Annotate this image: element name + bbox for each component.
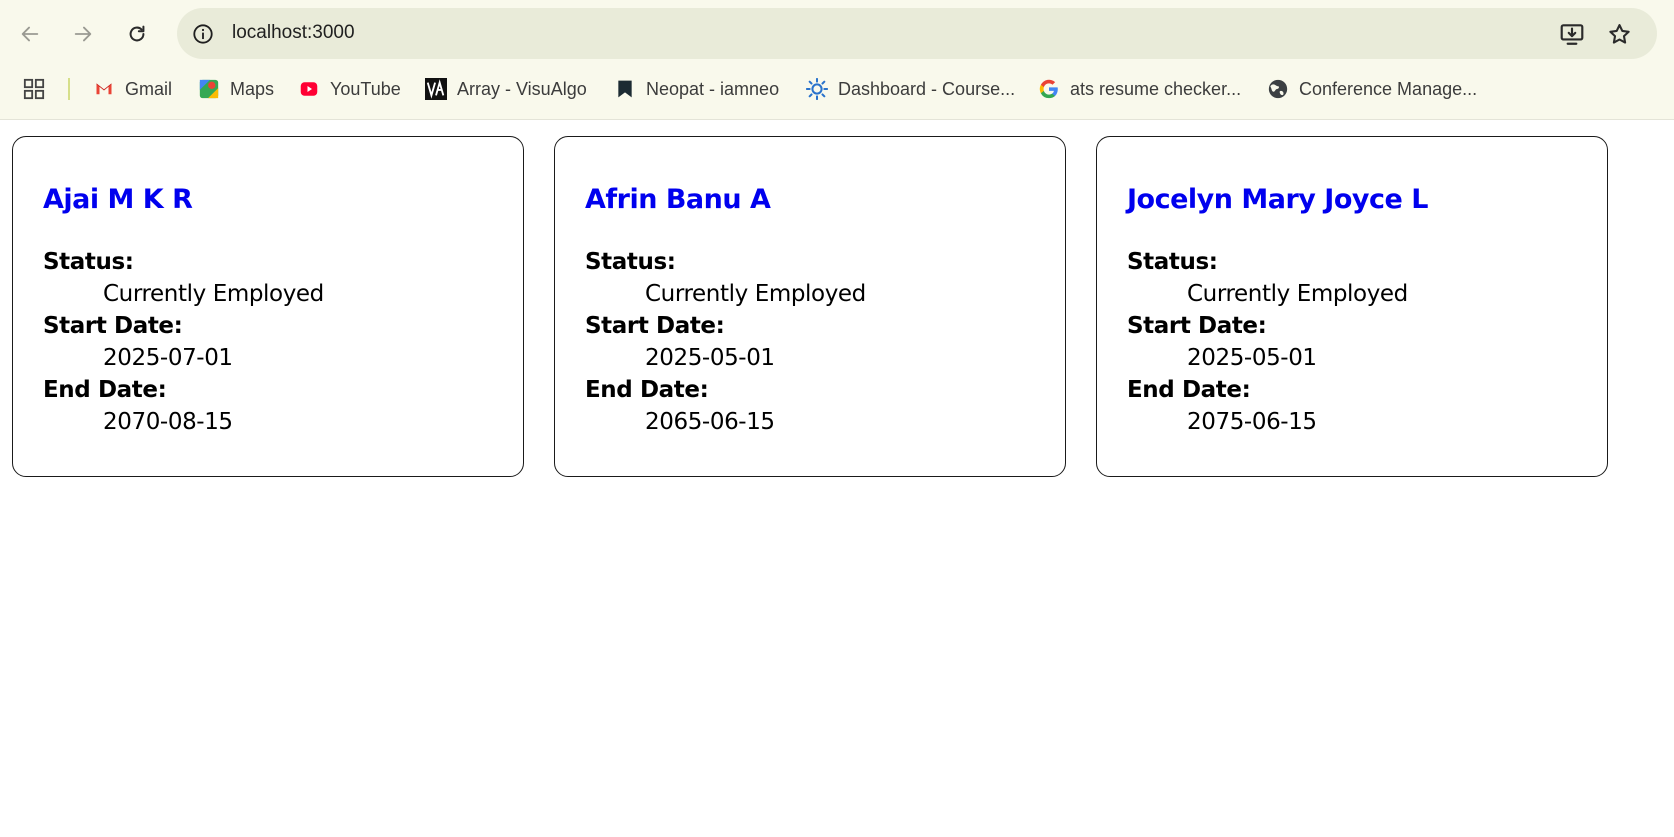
bookmark-youtube[interactable]: YouTube [298, 70, 401, 108]
status-label: Status: [1127, 249, 1218, 275]
status-label: Status: [43, 249, 134, 275]
employee-name: Jocelyn Mary Joyce L [1127, 184, 1428, 215]
start-date-label: Start Date: [43, 313, 183, 339]
bookmark-visualgo[interactable]: Array - VisuAlgo [425, 70, 587, 108]
url-text[interactable]: localhost:3000 [232, 22, 355, 44]
bookmark-gmail[interactable]: Gmail [93, 70, 172, 108]
status-value: Currently Employed [1187, 281, 1408, 307]
employee-card: Ajai M K R Status: Currently Employed St… [12, 136, 524, 477]
bookmark-label: ats resume checker... [1070, 78, 1242, 99]
visualgo-icon [425, 78, 447, 100]
end-date-label: End Date: [585, 377, 709, 403]
apps-grid-button[interactable] [23, 70, 55, 108]
arrow-left-icon [21, 26, 39, 42]
start-date-value: 2025-05-01 [645, 345, 775, 371]
bookmark-maps[interactable]: Maps [198, 70, 274, 108]
bookmark-label: Neopat - iamneo [646, 78, 780, 99]
site-info-icon[interactable] [190, 21, 216, 47]
reload-button[interactable] [120, 17, 154, 51]
bookmark-label: Maps [230, 78, 275, 99]
reload-icon [129, 25, 145, 42]
employee-name: Ajai M K R [43, 184, 193, 215]
bookmark-label: Dashboard - Course... [838, 78, 1016, 99]
bookmark-ats[interactable]: ats resume checker... [1038, 70, 1241, 108]
youtube-icon [298, 78, 320, 100]
status-value: Currently Employed [103, 281, 324, 307]
end-date-label: End Date: [43, 377, 167, 403]
install-app-icon[interactable] [1558, 20, 1586, 48]
end-date-value: 2065-06-15 [645, 409, 775, 435]
gmail-icon [93, 78, 115, 100]
arrow-right-icon [74, 26, 92, 42]
maps-icon [198, 78, 220, 100]
end-date-value: 2070-08-15 [103, 409, 233, 435]
back-button[interactable] [13, 17, 47, 51]
browser-chrome: localhost:3000 Gmail Maps YouTube Array … [0, 0, 1674, 120]
start-date-label: Start Date: [1127, 313, 1267, 339]
globe-icon [1267, 78, 1289, 100]
employee-card: Afrin Banu A Status: Currently Employed … [554, 136, 1066, 477]
forward-button[interactable] [66, 17, 100, 51]
bookmark-label: YouTube [330, 78, 401, 99]
google-icon [1038, 78, 1060, 100]
bookmarks-separator [68, 78, 70, 100]
apps-grid-icon [23, 78, 45, 100]
end-date-value: 2075-06-15 [1187, 409, 1317, 435]
start-date-label: Start Date: [585, 313, 725, 339]
bookmark-label: Array - VisuAlgo [457, 78, 587, 99]
bookmark-label: Gmail [125, 78, 173, 99]
neopat-icon [614, 78, 636, 100]
bookmarks-bar: Gmail Maps YouTube Array - VisuAlgo Neop… [0, 70, 1674, 108]
status-label: Status: [585, 249, 676, 275]
bookmark-dashboard[interactable]: Dashboard - Course... [806, 70, 1015, 108]
bookmark-star-icon[interactable] [1605, 20, 1633, 48]
coursera-icon [806, 78, 828, 100]
bookmark-neopat[interactable]: Neopat - iamneo [614, 70, 779, 108]
employee-name: Afrin Banu A [585, 184, 771, 215]
bookmark-label: Conference Manage... [1299, 78, 1478, 99]
bookmark-conference[interactable]: Conference Manage... [1267, 70, 1477, 108]
employee-card: Jocelyn Mary Joyce L Status: Currently E… [1096, 136, 1608, 477]
end-date-label: End Date: [1127, 377, 1251, 403]
start-date-value: 2025-07-01 [103, 345, 233, 371]
status-value: Currently Employed [645, 281, 866, 307]
address-bar[interactable]: localhost:3000 [177, 8, 1657, 59]
start-date-value: 2025-05-01 [1187, 345, 1317, 371]
